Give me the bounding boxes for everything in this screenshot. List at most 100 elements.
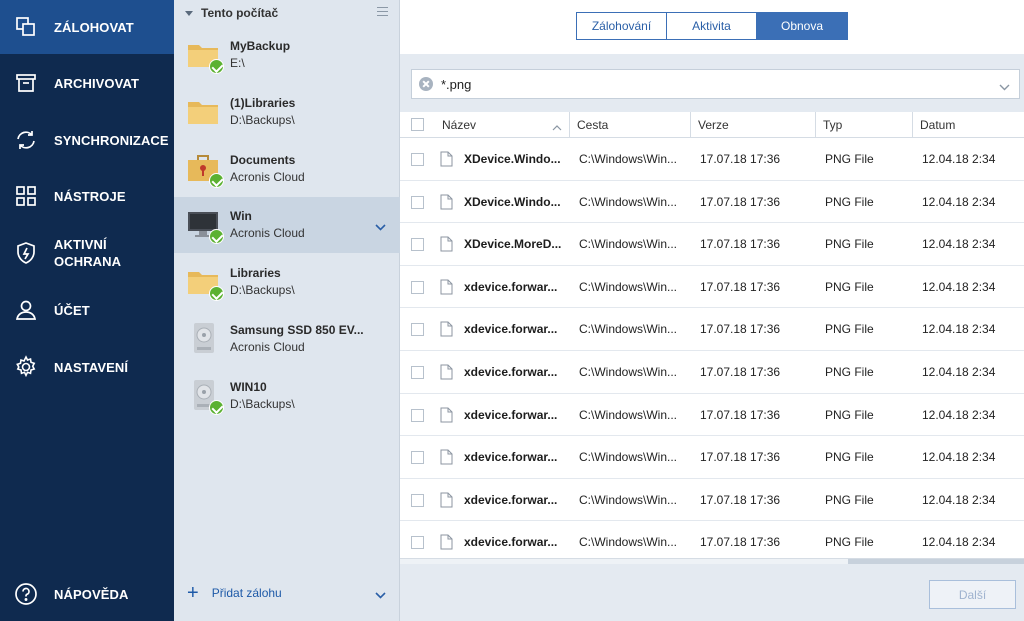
next-button[interactable]: Další xyxy=(929,580,1016,609)
chevron-down-icon[interactable] xyxy=(375,587,386,602)
cell-path: C:\Windows\Win... xyxy=(579,194,678,209)
help-icon xyxy=(13,581,39,607)
cell-type: PNG File xyxy=(825,322,874,337)
row-checkbox[interactable] xyxy=(411,366,424,379)
backup-item-documents[interactable]: Documents Acronis Cloud xyxy=(174,141,400,197)
row-checkbox[interactable] xyxy=(411,280,424,294)
plus-icon: + xyxy=(187,582,199,604)
tab-activity[interactable]: Aktivita xyxy=(666,13,756,39)
backup-location: E:\ xyxy=(230,56,245,70)
monitor-icon xyxy=(187,207,224,244)
column-header-date[interactable]: Datum xyxy=(913,112,1024,138)
select-all-checkbox[interactable] xyxy=(411,118,424,131)
nav-item-label: NÁSTROJE xyxy=(54,188,126,204)
search-input[interactable] xyxy=(441,76,981,92)
check-icon xyxy=(209,59,224,74)
table-row[interactable]: XDevice.Windo... C:\Windows\Win... 17.07.1… xyxy=(400,181,1024,224)
backup-item-mybackup[interactable]: MyBackup E:\ xyxy=(174,27,400,83)
nav-item-account[interactable]: ÚČET xyxy=(0,287,174,333)
cell-version: 17.07.18 17:36 xyxy=(700,535,781,550)
chevron-down-icon[interactable] xyxy=(375,219,386,234)
cell-type: PNG File xyxy=(825,407,874,422)
file-icon xyxy=(440,534,453,550)
tab-backup[interactable]: Zálohování xyxy=(577,13,666,39)
tab-recovery[interactable]: Obnova xyxy=(756,13,847,39)
row-checkbox[interactable] xyxy=(411,195,424,209)
backup-item-win[interactable]: Win Acronis Cloud xyxy=(174,197,400,253)
check-icon xyxy=(209,173,224,188)
nav-item-sync[interactable]: SYNCHRONIZACE xyxy=(0,117,174,163)
cell-version: 17.07.18 17:36 xyxy=(700,237,781,252)
file-icon xyxy=(440,449,453,465)
row-checkbox[interactable] xyxy=(411,323,424,337)
nav-item-archive[interactable]: ARCHIVOVAT xyxy=(0,60,174,106)
backup-icon xyxy=(13,14,39,40)
row-checkbox[interactable] xyxy=(411,493,424,507)
nav-item-help[interactable]: NÁPOVĚDA xyxy=(0,571,174,617)
backup-item-1libraries[interactable]: (1)Libraries D:\Backups\ xyxy=(174,84,400,140)
column-header-type[interactable]: Typ xyxy=(816,112,913,138)
file-table: Název Cesta Verze Typ Datum XDevice.Wind… xyxy=(400,112,1024,558)
row-checkbox[interactable] xyxy=(411,408,424,422)
check-icon xyxy=(209,400,224,415)
user-icon xyxy=(13,297,39,323)
table-row[interactable]: xdevice.forwar... C:\Windows\Win... 17.07.… xyxy=(400,436,1024,479)
backup-name: Samsung SSD 850 EV... xyxy=(230,323,364,337)
clear-search-icon[interactable] xyxy=(419,77,433,91)
nav-item-label: SYNCHRONIZACE xyxy=(54,132,169,148)
cell-path: C:\Windows\Win... xyxy=(579,237,678,252)
menu-icon[interactable] xyxy=(377,7,388,16)
cell-date: 12.04.18 2:34 xyxy=(922,492,996,507)
row-checkbox[interactable] xyxy=(411,238,424,252)
file-icon xyxy=(440,321,453,337)
cell-name: XDevice.Windo... xyxy=(464,194,561,209)
sync-icon xyxy=(13,127,39,153)
nav-item-active-protection[interactable]: AKTIVNÍ OCHRANA xyxy=(0,230,174,276)
cell-path: C:\Windows\Win... xyxy=(579,535,678,550)
chevron-down-icon[interactable] xyxy=(999,79,1010,94)
backup-list-title: Tento počítač xyxy=(201,6,279,20)
row-checkbox[interactable] xyxy=(411,536,424,550)
nav-item-settings[interactable]: NASTAVENÍ xyxy=(0,344,174,390)
cell-version: 17.07.18 17:36 xyxy=(700,407,781,422)
cell-date: 12.04.18 2:34 xyxy=(922,450,996,465)
nav-item-tools[interactable]: NÁSTROJE xyxy=(0,173,174,219)
backup-location: D:\Backups\ xyxy=(230,113,295,127)
cell-date: 12.04.18 2:34 xyxy=(922,322,996,337)
cell-path: C:\Windows\Win... xyxy=(579,279,678,294)
table-row[interactable]: xdevice.forwar... C:\Windows\Win... 17.07.… xyxy=(400,521,1024,558)
table-row[interactable]: xdevice.forwar... C:\Windows\Win... 17.07.… xyxy=(400,394,1024,437)
folder-icon xyxy=(187,37,224,74)
nav-item-backup[interactable]: ZÁLOHOVAT xyxy=(0,0,174,54)
row-checkbox[interactable] xyxy=(411,451,424,465)
cell-name: XDevice.Windo... xyxy=(464,152,561,166)
row-checkbox[interactable] xyxy=(411,153,424,166)
cell-version: 17.07.18 17:36 xyxy=(700,322,781,337)
table-header: Název Cesta Verze Typ Datum xyxy=(400,112,1024,138)
backup-name: Win xyxy=(230,209,252,223)
add-backup-button[interactable]: + Přidat zálohu xyxy=(174,565,400,621)
table-row[interactable]: xdevice.forwar... C:\Windows\Win... 17.07.… xyxy=(400,479,1024,522)
backup-name: MyBackup xyxy=(230,39,291,53)
nav-item-label: NÁPOVĚDA xyxy=(54,586,129,602)
cell-name: xdevice.forwar... xyxy=(464,450,558,465)
table-row[interactable]: XDevice.Windo... C:\Windows\Win... 17.07.1… xyxy=(400,138,1024,181)
column-header-version[interactable]: Verze xyxy=(691,112,816,138)
disk-icon xyxy=(187,378,224,415)
backup-item-libraries[interactable]: Libraries D:\Backups\ xyxy=(174,254,400,310)
backup-item-win10[interactable]: WIN10 D:\Backups\ xyxy=(174,368,400,424)
table-row[interactable]: xdevice.forwar... C:\Windows\Win... 17.07.… xyxy=(400,266,1024,309)
cell-type: PNG File xyxy=(825,365,874,379)
column-header-name[interactable]: Název xyxy=(435,112,570,138)
column-header-path[interactable]: Cesta xyxy=(570,112,691,138)
table-row[interactable]: xdevice.forwar... C:\Windows\Win... 17.07.… xyxy=(400,308,1024,351)
shield-icon xyxy=(13,240,39,266)
table-row[interactable]: xdevice.forwar... C:\Windows\Win... 17.07.… xyxy=(400,351,1024,394)
table-row[interactable]: XDevice.MoreD... C:\Windows\Win... 17.07.1… xyxy=(400,223,1024,266)
file-icon xyxy=(440,407,453,423)
nav-item-label: NASTAVENÍ xyxy=(54,359,129,375)
collapse-caret-icon[interactable] xyxy=(185,10,193,16)
backup-list-header[interactable]: Tento počítač xyxy=(174,0,400,26)
backup-item-samsung-ssd[interactable]: Samsung SSD 850 EV... Acronis Cloud xyxy=(174,311,400,367)
backup-name: Documents xyxy=(230,153,296,167)
